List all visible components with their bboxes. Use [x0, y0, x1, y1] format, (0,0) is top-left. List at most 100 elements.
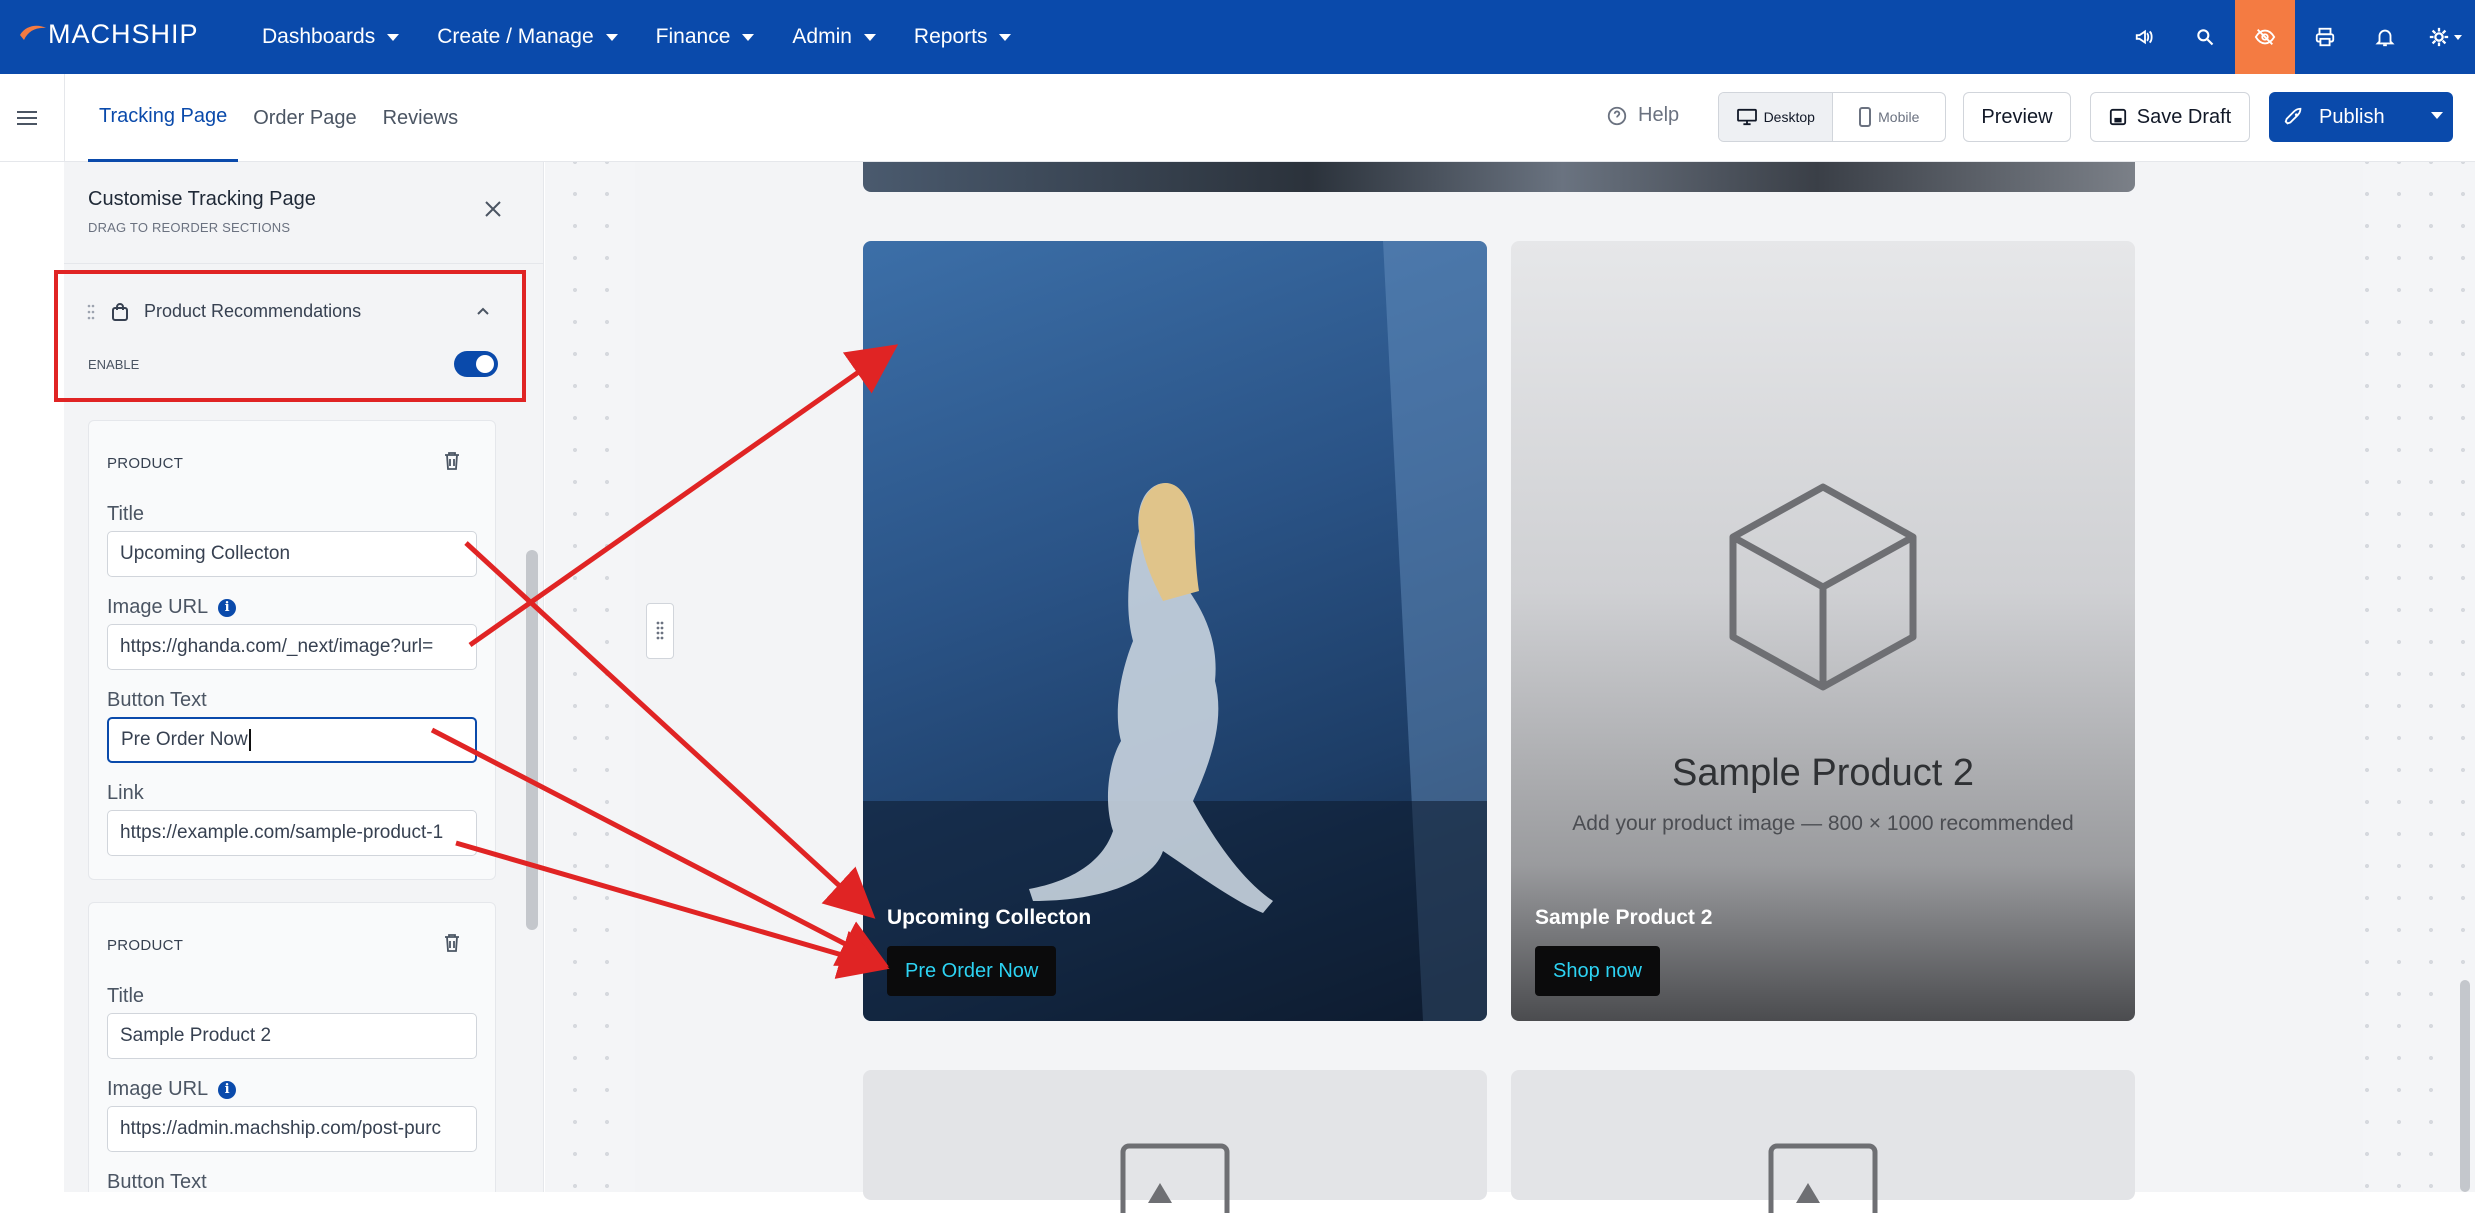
image-url-label: Image URL i — [107, 596, 237, 619]
placeholder-subtext: Add your product image — 800 × 1000 reco… — [1572, 812, 2074, 835]
search-icon[interactable] — [2175, 0, 2235, 74]
desktop-label: Desktop — [1763, 109, 1815, 125]
product-card-1[interactable]: Upcoming Collecton Pre Order Now — [863, 241, 1487, 1021]
desktop-icon — [1736, 108, 1757, 126]
input-value: Pre Order Now — [121, 729, 248, 750]
bell-icon[interactable] — [2355, 0, 2415, 74]
panel-scrollbar[interactable] — [526, 550, 538, 930]
label-text: Link — [107, 782, 144, 804]
eye-off-icon[interactable] — [2235, 0, 2295, 74]
main-nav: Dashboards Create / Manage Finance Admin… — [262, 0, 1049, 74]
chevron-down-icon — [2454, 34, 2462, 40]
save-draft-button[interactable]: Save Draft — [2090, 92, 2250, 142]
nav-reports[interactable]: Reports — [914, 25, 1012, 49]
image-placeholder-icon — [1768, 1143, 1878, 1213]
nav-label: Reports — [913, 25, 988, 48]
save-draft-label: Save Draft — [2136, 105, 2232, 128]
close-icon[interactable] — [484, 200, 502, 223]
label-text: Image URL — [107, 596, 209, 618]
annotation-highlight-box — [54, 270, 526, 402]
chevron-down-icon — [742, 33, 755, 41]
nav-label: Dashboards — [262, 25, 376, 48]
printer-icon[interactable] — [2295, 0, 2355, 74]
product-card-3[interactable] — [863, 1070, 1487, 1213]
panel-title: Customise Tracking Page — [88, 188, 316, 210]
button-text-input[interactable]: Pre Order Now — [107, 717, 477, 763]
image-url-input[interactable]: https://ghanda.com/_next/image?url= — [107, 624, 477, 670]
top-icon-group — [2115, 0, 2475, 74]
mobile-icon — [1859, 107, 1872, 127]
title-label: Title — [107, 985, 144, 1008]
nav-label: Finance — [655, 25, 731, 48]
pre-order-button[interactable]: Pre Order Now — [887, 946, 1057, 996]
preview-scrollbar[interactable] — [2460, 980, 2470, 1192]
publish-label: Publish — [2319, 105, 2385, 128]
image-url-label: Image URL i — [107, 1078, 237, 1101]
chevron-down-icon — [605, 33, 618, 41]
help-label: Help — [1638, 104, 1680, 126]
info-icon[interactable]: i — [218, 1080, 237, 1099]
product-image — [863, 241, 1487, 1021]
info-icon[interactable]: i — [218, 598, 237, 617]
nav-finance[interactable]: Finance — [656, 25, 755, 49]
machship-logo[interactable]: MACHSHIP — [18, 19, 199, 50]
label-text: Image URL — [107, 1078, 209, 1100]
product-form-1: PRODUCT Title Upcoming Collecton Image U… — [88, 420, 496, 880]
gear-icon[interactable] — [2415, 0, 2475, 74]
page-tabs: Tracking Page Order Page Reviews — [88, 74, 473, 162]
chevron-down-icon — [999, 33, 1012, 41]
product-heading: PRODUCT — [107, 937, 184, 954]
label-text: Title — [107, 985, 145, 1007]
trash-icon[interactable] — [443, 933, 461, 958]
megaphone-icon[interactable] — [2115, 0, 2175, 74]
title-input[interactable]: Upcoming Collecton — [107, 531, 477, 577]
device-toggle: Desktop Mobile — [1718, 92, 1946, 142]
nav-label: Admin — [792, 25, 852, 48]
save-icon — [2109, 108, 2126, 126]
nav-dashboards[interactable]: Dashboards — [262, 25, 400, 49]
label-text: Button Text — [107, 1171, 207, 1192]
rocket-icon — [2284, 107, 2302, 125]
button-text-label: Button Text — [107, 689, 207, 712]
chevron-down-icon — [387, 33, 400, 41]
product-heading: PRODUCT — [107, 455, 184, 472]
panel-header: Customise Tracking Page DRAG TO REORDER … — [64, 162, 543, 264]
product-title: Sample Product 2 — [1535, 906, 1713, 929]
tab-order-page[interactable]: Order Page — [242, 74, 367, 162]
help-link[interactable]: Help — [1606, 104, 1679, 127]
placeholder-heading: Sample Product 2 — [1671, 752, 1975, 794]
menu-icon[interactable] — [16, 110, 38, 131]
title-label: Title — [107, 503, 144, 526]
drag-dots-icon — [656, 621, 664, 640]
nav-create-manage[interactable]: Create / Manage — [437, 25, 618, 49]
hero-image — [863, 162, 2135, 192]
product-title: Upcoming Collecton — [887, 906, 1092, 929]
shop-now-button[interactable]: Shop now — [1535, 946, 1660, 996]
link-label: Link — [107, 782, 144, 805]
product-card-4[interactable] — [1511, 1070, 2135, 1213]
title-input[interactable]: Sample Product 2 — [107, 1013, 477, 1059]
logo-text: MACHSHIP — [48, 19, 199, 49]
text-cursor — [248, 729, 251, 751]
image-url-input[interactable]: https://admin.machship.com/post-purc — [107, 1106, 477, 1152]
publish-dropdown-icon[interactable] — [2431, 112, 2443, 119]
publish-button[interactable]: Publish — [2269, 92, 2453, 142]
top-navbar: MACHSHIP Dashboards Create / Manage Fina… — [0, 0, 2475, 74]
tab-reviews[interactable]: Reviews — [372, 74, 470, 162]
link-input[interactable]: https://example.com/sample-product-1 — [107, 810, 477, 856]
trash-icon[interactable] — [443, 451, 461, 476]
resize-handle[interactable] — [646, 603, 674, 659]
button-text-label: Button Text — [107, 1171, 207, 1192]
page-toolbar: Tracking Page Order Page Reviews Help De… — [0, 74, 2475, 162]
panel-subtitle: DRAG TO REORDER SECTIONS — [88, 220, 291, 235]
label-text: Button Text — [107, 689, 207, 711]
nav-admin[interactable]: Admin — [792, 25, 876, 49]
nav-label: Create / Manage — [437, 25, 594, 48]
preview-button[interactable]: Preview — [1963, 92, 2071, 142]
desktop-button[interactable]: Desktop — [1719, 93, 1833, 141]
tab-tracking-page[interactable]: Tracking Page — [88, 74, 239, 162]
image-placeholder-icon — [1120, 1143, 1230, 1213]
product-form-2: PRODUCT Title Sample Product 2 Image URL… — [88, 902, 496, 1192]
product-card-2[interactable]: Sample Product 2 Add your product image … — [1511, 241, 2135, 1021]
mobile-button[interactable]: Mobile — [1833, 93, 1946, 141]
